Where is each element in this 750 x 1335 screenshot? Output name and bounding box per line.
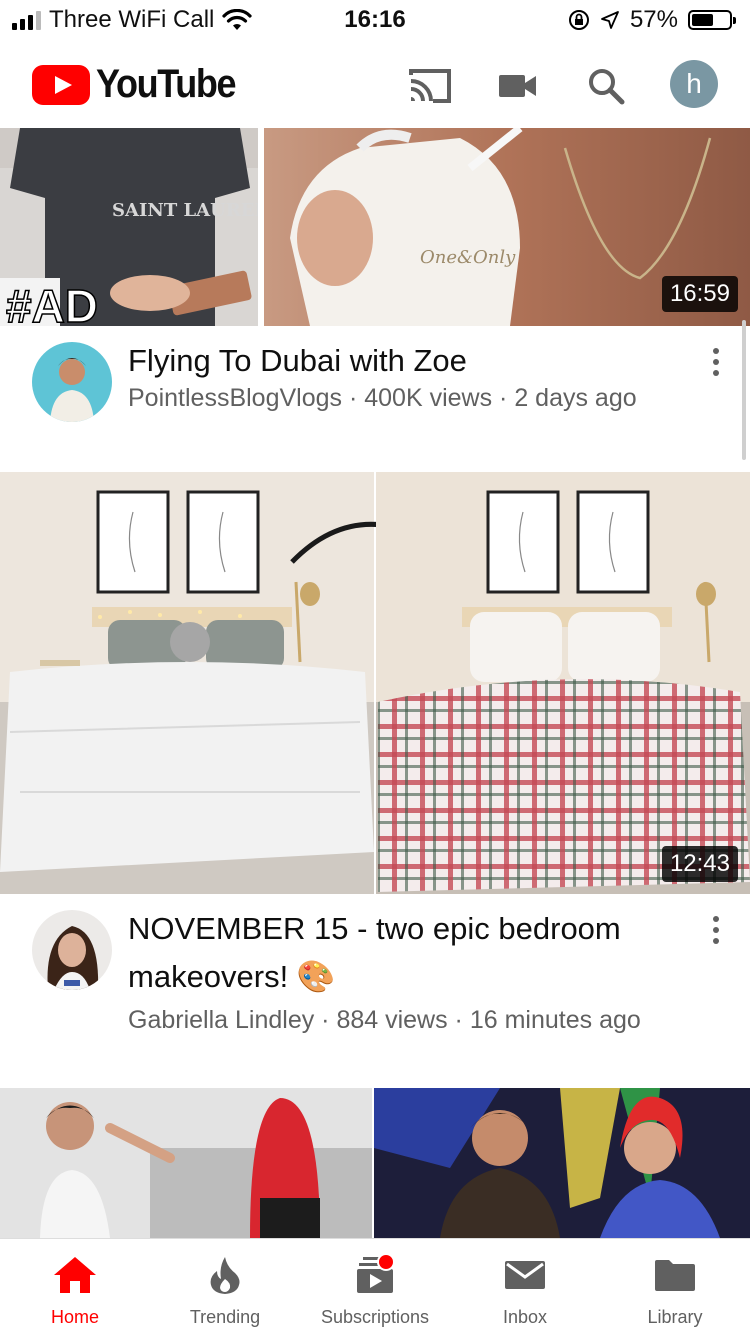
rotation-lock-icon (568, 10, 589, 30)
mail-icon (501, 1255, 549, 1295)
nav-label: Library (647, 1307, 703, 1327)
thumbnail-image: SAINT LAURENT #AD One&Only (0, 128, 750, 326)
view-count: 884 views (336, 1006, 448, 1034)
video-title[interactable]: Flying To Dubai with Zoe (128, 337, 670, 385)
channel-name[interactable]: PointlessBlogVlogs (128, 384, 342, 412)
video-duration: 16:59 (661, 276, 738, 312)
camera-icon[interactable] (494, 64, 542, 108)
meta-separator: · (314, 1006, 337, 1034)
video-meta: PointlessBlogVlogs · 400K views · 2 days… (128, 384, 690, 413)
upload-age: 2 days ago (514, 384, 637, 412)
account-avatar[interactable]: h (670, 60, 718, 108)
upload-age: 16 minutes ago (469, 1006, 641, 1034)
cast-icon[interactable] (406, 64, 454, 108)
logo-text: YouTube (96, 62, 237, 106)
subscriptions-icon (351, 1253, 399, 1295)
nav-item-subscriptions[interactable]: Subscriptions (300, 1239, 450, 1335)
more-options-icon[interactable] (708, 348, 724, 376)
notification-badge (377, 1253, 395, 1271)
nav-label: Inbox (502, 1307, 548, 1327)
video-info[interactable]: Flying To Dubai with Zoe PointlessBlogVl… (0, 326, 750, 472)
video-duration: 12:43 (661, 846, 738, 882)
nav-item-inbox[interactable]: Inbox (450, 1239, 600, 1335)
more-options-icon[interactable] (708, 916, 724, 944)
channel-avatar[interactable] (32, 342, 112, 422)
meta-separator: · (342, 384, 365, 412)
video-meta: Gabriella Lindley · 884 views · 16 minut… (128, 1006, 690, 1035)
battery-icon (688, 10, 736, 30)
home-icon (51, 1255, 99, 1295)
folder-icon (651, 1255, 699, 1295)
battery-percent: 57% (629, 6, 678, 33)
scrollbar[interactable] (742, 320, 746, 460)
youtube-logo[interactable]: YouTube (32, 62, 251, 107)
youtube-play-icon (32, 64, 90, 105)
nav-item-library[interactable]: Library (600, 1239, 750, 1335)
thumbnail-image (0, 472, 750, 894)
meta-separator: · (492, 384, 515, 412)
app-header: YouTube h (0, 40, 750, 128)
flame-icon (201, 1255, 249, 1295)
video-title[interactable]: NOVEMBER 15 - two epic bedroom makeovers… (128, 905, 670, 1001)
thumbnail-image (0, 1088, 750, 1238)
video-thumbnail[interactable]: 12:43 (0, 472, 750, 894)
search-icon[interactable] (582, 64, 630, 108)
nav-label: Home (50, 1307, 99, 1327)
video-thumbnail[interactable]: SAINT LAURENT #AD One&Only 16:59 (0, 128, 750, 326)
nav-label: Trending (189, 1307, 261, 1327)
view-count: 400K views (364, 384, 493, 412)
bottle-text: One&Only (420, 247, 516, 268)
ad-tag: #AD (6, 280, 98, 326)
channel-avatar[interactable] (32, 910, 112, 990)
video-thumbnail[interactable] (0, 1088, 750, 1238)
meta-separator: · (447, 1006, 470, 1034)
status-bar: Three WiFi Call 16:16 57% (0, 0, 750, 40)
nav-item-home[interactable]: Home (0, 1239, 150, 1335)
nav-label: Subscriptions (320, 1307, 430, 1327)
nav-item-trending[interactable]: Trending (150, 1239, 300, 1335)
location-icon (601, 11, 619, 29)
bottom-navigation: Home Trending Subscriptions Inbox Librar… (0, 1238, 750, 1335)
video-info[interactable]: NOVEMBER 15 - two epic bedroom makeovers… (0, 894, 750, 1088)
channel-name[interactable]: Gabriella Lindley (128, 1006, 314, 1034)
